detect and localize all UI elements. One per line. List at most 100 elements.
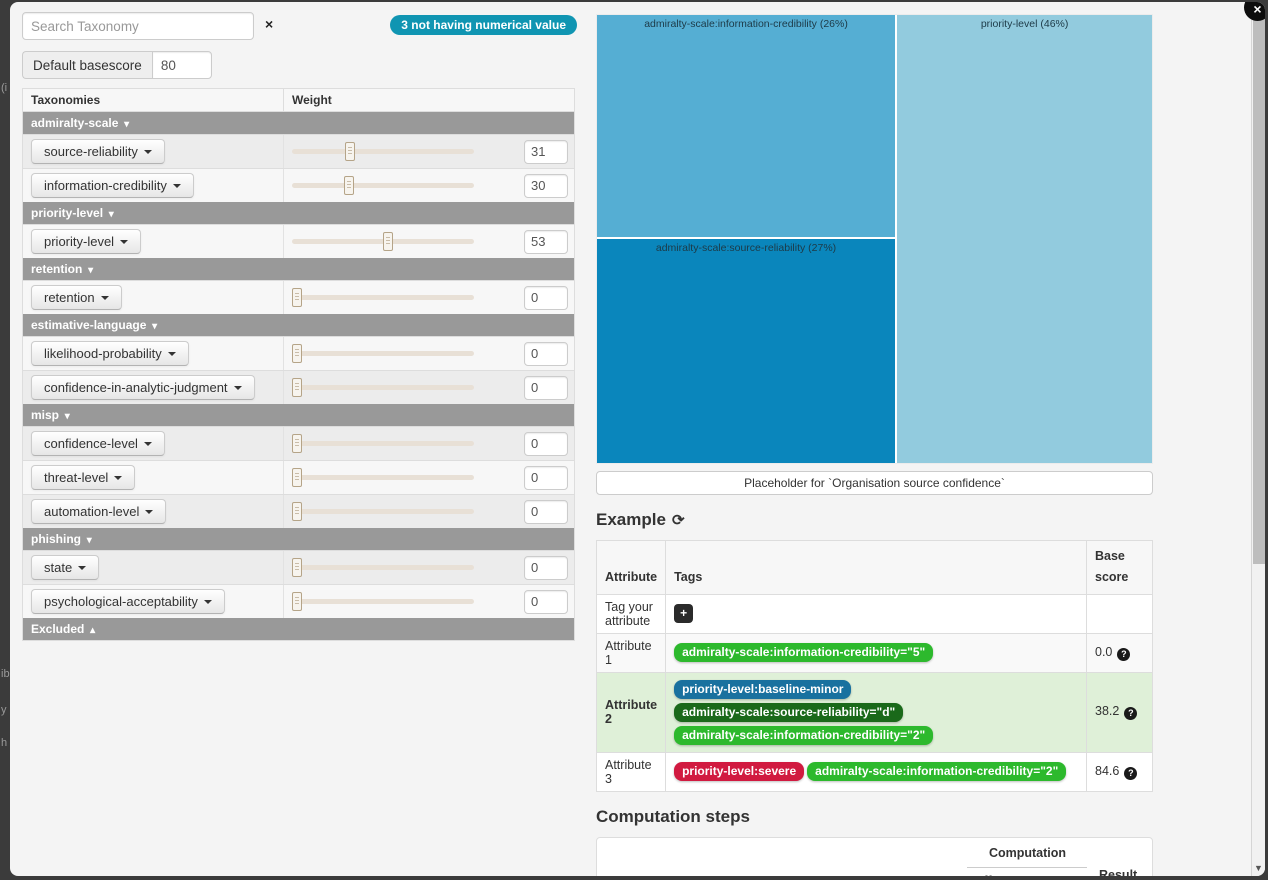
chevron-down-icon [114, 476, 122, 480]
taxonomy-row-state: state [23, 550, 574, 584]
preview-panel: admiralty-scale:information-credibility … [596, 14, 1153, 876]
taxonomy-name-cell: threat-level [23, 461, 284, 494]
taxonomy-dropdown-information-credibility[interactable]: information-credibility [31, 173, 194, 198]
search-input[interactable] [22, 12, 254, 40]
slider-handle[interactable] [292, 558, 302, 577]
slider-handle[interactable] [292, 502, 302, 521]
chevron-down-icon: ▾ [85, 265, 93, 276]
help-icon[interactable]: ? [1124, 707, 1137, 720]
tag-admiralty-scale-information-credibility-2-[interactable]: admiralty-scale:information-credibility=… [674, 726, 933, 745]
taxonomy-group-header-retention[interactable]: retention ▾ [23, 258, 574, 280]
taxonomy-dropdown-state[interactable]: state [31, 555, 99, 580]
close-icon[interactable]: × [1244, 2, 1265, 21]
taxonomy-group-header-priority-level[interactable]: priority-level ▾ [23, 202, 574, 224]
weight-cell [284, 342, 574, 366]
weight-cell [284, 590, 574, 614]
weight-slider[interactable] [292, 149, 474, 154]
weight-slider[interactable] [292, 385, 474, 390]
weight-input[interactable] [524, 342, 568, 366]
default-basescore-input[interactable] [152, 51, 212, 79]
slider-handle[interactable] [292, 378, 302, 397]
weight-input[interactable] [524, 286, 568, 310]
taxonomy-row-confidence-in-analytic-judgment: confidence-in-analytic-judgment [23, 370, 574, 404]
add-tag-button[interactable]: + [674, 604, 693, 623]
slider-handle[interactable] [292, 288, 302, 307]
help-icon[interactable]: ? [1124, 767, 1137, 780]
weight-slider[interactable] [292, 441, 474, 446]
tags-cell: + [666, 594, 1087, 633]
weight-cell [284, 376, 574, 400]
tag-admiralty-scale-information-credibility-2-[interactable]: admiralty-scale:information-credibility=… [807, 762, 1066, 781]
base-score-cell: 84.6? [1087, 752, 1153, 791]
taxonomy-dropdown-threat-level[interactable]: threat-level [31, 465, 135, 490]
chevron-down-icon [120, 240, 128, 244]
taxonomy-row-confidence-level: confidence-level [23, 426, 574, 460]
taxonomy-dropdown-priority-level[interactable]: priority-level [31, 229, 141, 254]
weight-slider[interactable] [292, 565, 474, 570]
weight-treemap: admiralty-scale:information-credibility … [596, 14, 1153, 464]
weight-input[interactable] [524, 230, 568, 254]
base-score-cell: 0.0? [1087, 633, 1153, 672]
taxonomy-group-header-excluded[interactable]: Excluded ▴ [23, 618, 574, 640]
tag-admiralty-scale-source-reliability-d-[interactable]: admiralty-scale:source-reliability="d" [674, 703, 903, 722]
slider-handle[interactable] [292, 468, 302, 487]
slider-handle[interactable] [292, 434, 302, 453]
weight-input[interactable] [524, 500, 568, 524]
scroll-down-icon[interactable]: ▼ [1252, 863, 1265, 873]
weight-slider[interactable] [292, 599, 474, 604]
weight-input[interactable] [524, 432, 568, 456]
weight-slider[interactable] [292, 183, 474, 188]
tag-admiralty-scale-information-credibility-5-[interactable]: admiralty-scale:information-credibility=… [674, 643, 933, 662]
eff-ratio-column-header: Eff. Ratio [975, 872, 1017, 877]
weight-slider[interactable] [292, 475, 474, 480]
slider-handle[interactable] [292, 592, 302, 611]
taxonomy-dropdown-label: state [44, 560, 72, 575]
taxonomy-table: Taxonomies Weight admiralty-scale ▾sourc… [22, 88, 575, 641]
clear-search-icon[interactable]: × [265, 16, 273, 32]
taxonomy-group-header-admiralty-scale[interactable]: admiralty-scale ▾ [23, 112, 574, 134]
weight-input[interactable] [524, 466, 568, 490]
weight-slider[interactable] [292, 509, 474, 514]
base-score-cell: 38.2? [1087, 672, 1153, 752]
slider-handle[interactable] [344, 176, 354, 195]
taxonomy-dropdown-source-reliability[interactable]: source-reliability [31, 139, 165, 164]
weight-input[interactable] [524, 140, 568, 164]
taxonomy-group-header-phishing[interactable]: phishing ▾ [23, 528, 574, 550]
slider-handle[interactable] [383, 232, 393, 251]
tag-priority-level-baseline-minor[interactable]: priority-level:baseline-minor [674, 680, 851, 699]
help-icon[interactable]: ? [1117, 648, 1130, 661]
chevron-down-icon [144, 442, 152, 446]
weight-slider[interactable] [292, 351, 474, 356]
slider-handle[interactable] [345, 142, 355, 161]
tag-priority-level-severe[interactable]: priority-level:severe [674, 762, 804, 781]
taxonomy-dropdown-retention[interactable]: retention [31, 285, 122, 310]
taxonomy-dropdown-label: source-reliability [44, 144, 138, 159]
example-row: Attribute 2priority-level:baseline-minor… [597, 672, 1153, 752]
taxonomy-group-header-misp[interactable]: misp ▾ [23, 404, 574, 426]
weight-input[interactable] [524, 590, 568, 614]
treemap-cell-label: admiralty-scale:information-credibility … [597, 15, 895, 30]
taxonomy-dropdown-automation-level[interactable]: automation-level [31, 499, 166, 524]
taxonomy-group-header-estimative-language[interactable]: estimative-language ▾ [23, 314, 574, 336]
weight-input[interactable] [524, 174, 568, 198]
vertical-scrollbar[interactable]: ▲ ▼ [1251, 2, 1265, 876]
taxonomy-dropdown-likelihood-probability[interactable]: likelihood-probability [31, 341, 189, 366]
taxonomy-name-cell: source-reliability [23, 135, 284, 168]
example-row: Tag your attribute + [597, 594, 1153, 633]
taxonomy-dropdown-psychological-acceptability[interactable]: psychological-acceptability [31, 589, 225, 614]
taxonomy-dropdown-confidence-in-analytic-judgment[interactable]: confidence-in-analytic-judgment [31, 375, 255, 400]
base-score-value: 84.6 [1095, 764, 1119, 778]
refresh-icon[interactable]: ⟳ [672, 511, 685, 529]
weight-slider[interactable] [292, 239, 474, 244]
attribute-name-cell: Tag your attribute [597, 594, 666, 633]
scrollbar-thumb[interactable] [1253, 19, 1265, 564]
base-score-value: 0.0 [1095, 645, 1112, 659]
slider-handle[interactable] [292, 344, 302, 363]
weight-input[interactable] [524, 556, 568, 580]
base-score-cell [1087, 594, 1153, 633]
taxonomy-dropdown-confidence-level[interactable]: confidence-level [31, 431, 165, 456]
weight-input[interactable] [524, 376, 568, 400]
chevron-down-icon [173, 184, 181, 188]
taxonomy-panel: × 3 not having numerical value Default b… [22, 12, 577, 641]
weight-slider[interactable] [292, 295, 474, 300]
